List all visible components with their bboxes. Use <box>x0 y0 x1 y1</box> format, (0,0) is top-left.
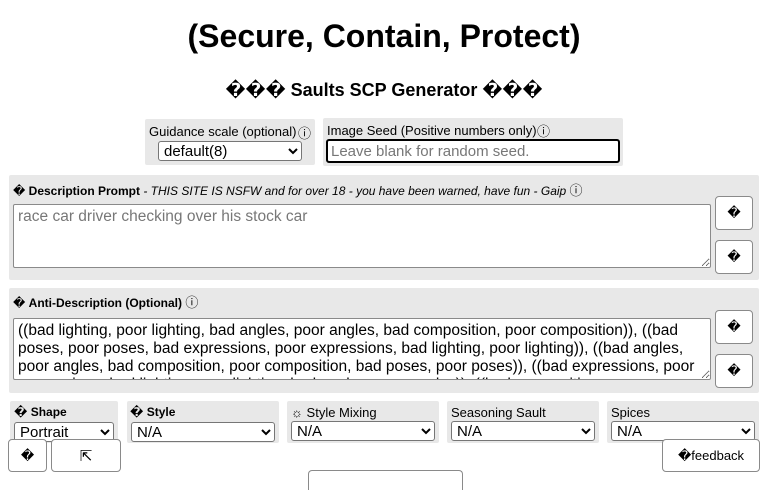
style-select[interactable]: N/A <box>131 422 275 442</box>
seed-panel: Image Seed (Positive numbers only) ⓘ <box>323 118 623 166</box>
anti-action-button-2[interactable]: � <box>715 354 753 388</box>
shape-glyph-icon: � <box>14 405 28 419</box>
anti-description-panel: � Anti-Description (Optional) ⓘ ((bad li… <box>9 288 759 393</box>
style-glyph-icon: � <box>130 405 144 419</box>
description-label: Description Prompt <box>28 184 141 198</box>
seasoning-label: Seasoning Sault <box>451 405 546 420</box>
guidance-select[interactable]: default(8) <box>158 141 302 161</box>
shape-panel: � Shape Portrait <box>10 401 118 443</box>
menu-button[interactable]: � <box>8 439 47 472</box>
seed-input[interactable] <box>326 139 620 163</box>
spices-label: Spices <box>611 405 651 420</box>
description-action-button-2[interactable]: � <box>715 240 753 274</box>
anti-description-label: Anti-Description ( <box>28 296 130 310</box>
anti-action-button[interactable]: � <box>715 310 753 344</box>
description-textarea[interactable] <box>13 204 711 268</box>
style-label: Style <box>146 405 176 419</box>
page-subtitle: ��� Saults SCP Generator ��� <box>225 80 543 100</box>
style-mixing-panel: ☼ Style Mixing N/A <box>287 401 439 443</box>
anti-glyph-icon: � <box>13 296 26 310</box>
info-icon[interactable]: ⓘ <box>570 183 583 198</box>
info-icon[interactable]: ⓘ <box>185 295 198 310</box>
feedback-label: feedback <box>691 448 745 463</box>
anti-description-header: � Anti-Description (Optional) ⓘ <box>13 292 198 311</box>
style-header: � Style <box>130 405 175 419</box>
optional-label: Optional <box>129 296 178 310</box>
seed-label: Image Seed (Positive numbers only) <box>327 123 537 138</box>
style-panel: � Style N/A <box>127 401 279 443</box>
info-icon[interactable]: ⓘ <box>537 121 550 140</box>
anti-description-textarea[interactable]: ((bad lighting, poor lighting, bad angle… <box>13 318 711 380</box>
feedback-button[interactable]: � feedback <box>662 439 760 472</box>
page-title: (Secure, Contain, Protect) <box>187 18 581 54</box>
style-mixing-header: ☼ Style Mixing <box>291 405 377 420</box>
guidance-label: Guidance scale (optional) <box>149 124 297 139</box>
expand-button[interactable]: ⇱ <box>51 439 121 472</box>
generate-button[interactable] <box>308 470 463 490</box>
expand-icon: ⇱ <box>79 447 93 465</box>
description-glyph-icon: � <box>13 184 26 198</box>
shape-header: � Shape <box>14 405 67 419</box>
nsfw-note: - THIS SITE IS NSFW and for over 18 - yo… <box>140 184 570 198</box>
spices-panel: Spices N/A <box>607 401 759 443</box>
description-panel: � Description Prompt - THIS SITE IS NSFW… <box>9 175 759 280</box>
spices-select[interactable]: N/A <box>611 421 755 441</box>
feedback-icon: � <box>677 447 692 463</box>
shape-label: Shape <box>30 405 67 419</box>
style-mixing-label: Style Mixing <box>306 405 377 420</box>
sun-icon: ☼ <box>291 405 303 420</box>
seasoning-panel: Seasoning Sault N/A <box>447 401 599 443</box>
description-header: � Description Prompt - THIS SITE IS NSFW… <box>13 180 583 199</box>
info-icon[interactable]: ⓘ <box>298 123 311 142</box>
guidance-panel: Guidance scale (optional) ⓘ default(8) <box>145 119 315 165</box>
seasoning-select[interactable]: N/A <box>451 421 595 441</box>
description-action-button[interactable]: � <box>715 196 753 230</box>
style-mixing-select[interactable]: N/A <box>291 421 435 441</box>
